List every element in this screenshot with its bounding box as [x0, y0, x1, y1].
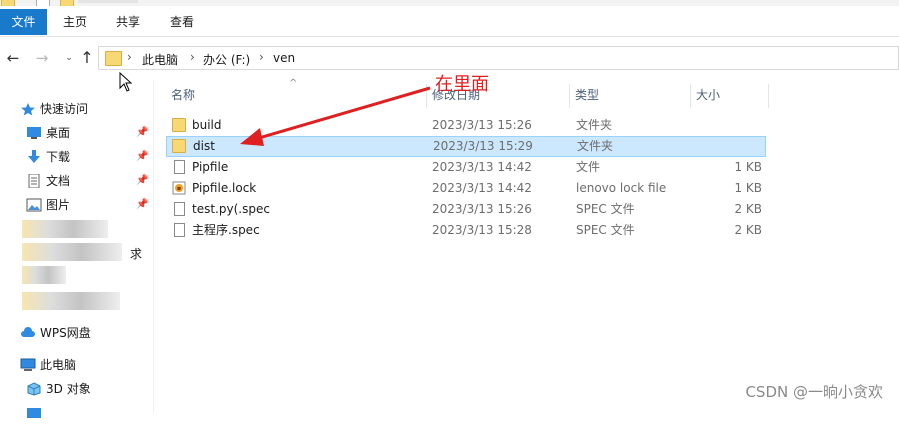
sidebar-item-partial[interactable] [0, 402, 152, 424]
computer-icon [20, 358, 36, 371]
breadcrumb-this-pc[interactable]: 此电脑 [142, 51, 178, 68]
address-bar[interactable]: › 此电脑 › 办公 (F:) › ven [98, 46, 899, 70]
column-divider[interactable] [569, 84, 570, 108]
folder-icon [27, 408, 41, 418]
sidebar-item-wps[interactable]: WPS网盘 [0, 322, 152, 344]
file-name: build [192, 118, 222, 132]
sidebar-item-downloads[interactable]: 下载 📌 [0, 146, 152, 168]
tab-view[interactable]: 查看 [160, 9, 204, 35]
back-button[interactable]: ← [2, 46, 24, 70]
annotation-arrow-icon [240, 86, 431, 146]
file-name: Pipfile.lock [192, 181, 257, 195]
annotation-label: 在里面 [435, 74, 489, 95]
redacted-folder[interactable] [22, 266, 66, 284]
file-date: 2023/3/13 15:26 [432, 118, 532, 132]
star-icon [21, 103, 35, 116]
folder-icon [105, 51, 122, 66]
breadcrumb-ven[interactable]: ven [273, 51, 295, 65]
file-type: 文件夹 [576, 118, 613, 132]
sidebar-item-desktop[interactable]: 桌面 📌 [0, 122, 152, 144]
tab-share[interactable]: 共享 [106, 9, 150, 35]
forward-button[interactable]: → [31, 46, 53, 70]
watermark: CSDN @一晌小贪欢 [745, 383, 883, 401]
window-title [78, 0, 138, 3]
redacted-folder[interactable] [22, 220, 108, 238]
navigation-pane: 快速访问 桌面 📌 下载 📌 文档 📌 图片 📌 求 WPS网盘 此电脑 3D … [0, 96, 152, 418]
file-row-test-spec[interactable]: test.py(.spec 2023/3/13 15:26 SPEC 文件 2 … [166, 199, 766, 220]
column-divider[interactable] [768, 84, 769, 108]
sidebar-item-label: WPS网盘 [40, 326, 91, 340]
redacted-folder[interactable] [22, 243, 122, 261]
tab-file[interactable]: 文件 [0, 9, 47, 35]
file-name: test.py(.spec [192, 202, 270, 216]
file-date: 2023/3/13 14:42 [432, 181, 532, 195]
folder-icon [172, 139, 186, 153]
up-button[interactable]: ↑ [76, 46, 98, 70]
picture-icon [26, 198, 42, 212]
file-type: 文件 [576, 160, 601, 174]
cube-icon [27, 382, 41, 396]
pin-icon[interactable]: 📌 [136, 194, 148, 216]
file-name: 主程序.spec [192, 223, 260, 237]
file-icon [174, 160, 185, 174]
sidebar-item-label: 文档 [46, 174, 71, 188]
breadcrumb-separator[interactable]: › [259, 50, 264, 64]
sidebar-item-documents[interactable]: 文档 📌 [0, 170, 152, 192]
mouse-cursor-icon [119, 72, 133, 92]
file-row-pipfile[interactable]: Pipfile 2023/3/13 14:42 文件 1 KB [166, 157, 766, 178]
file-type: SPEC 文件 [576, 223, 635, 237]
document-icon [28, 174, 40, 188]
sidebar-item-label: 快速访问 [40, 102, 89, 116]
column-header-name[interactable]: 名称 [171, 84, 195, 106]
sidebar-item-label: 3D 对象 [46, 382, 91, 396]
sidebar-item-label: 图片 [46, 198, 71, 212]
sidebar-item-pictures[interactable]: 图片 📌 [0, 194, 152, 216]
file-size: 1 KB [734, 181, 762, 195]
column-divider[interactable] [690, 84, 691, 108]
file-row-pipfile-lock[interactable]: Pipfile.lock 2023/3/13 14:42 lenovo lock… [166, 178, 766, 199]
breadcrumb-drive[interactable]: 办公 (F:) [203, 51, 250, 68]
pin-icon[interactable]: 📌 [136, 170, 148, 192]
ribbon: 文件 主页 共享 查看 [0, 6, 899, 37]
file-name: dist [193, 139, 215, 153]
file-type: 文件夹 [577, 139, 614, 153]
file-size: 2 KB [734, 202, 762, 216]
folder-icon [172, 118, 186, 132]
desktop-icon [27, 127, 41, 139]
pin-icon[interactable]: 📌 [136, 146, 148, 168]
file-row-main-spec[interactable]: 主程序.spec 2023/3/13 15:28 SPEC 文件 2 KB [166, 220, 766, 241]
file-name: Pipfile [192, 160, 229, 174]
redacted-folder[interactable] [22, 292, 120, 310]
pane-divider[interactable] [153, 80, 154, 412]
sidebar-item-label: 桌面 [46, 126, 71, 140]
breadcrumb-separator[interactable]: › [190, 50, 195, 64]
file-date: 2023/3/13 15:28 [432, 223, 532, 237]
pin-icon[interactable]: 📌 [136, 122, 148, 144]
sidebar-item-label: 此电脑 [40, 358, 77, 372]
file-size: 1 KB [734, 160, 762, 174]
column-header-type[interactable]: 类型 [575, 84, 599, 106]
sidebar-item-3d-objects[interactable]: 3D 对象 [0, 378, 152, 400]
sidebar-item-this-pc[interactable]: 此电脑 [0, 354, 152, 376]
redacted-fragment: 求 [130, 247, 143, 261]
column-header-size[interactable]: 大小 [696, 84, 720, 106]
sidebar-item-label: 下载 [46, 150, 71, 164]
file-date: 2023/3/13 15:26 [432, 202, 532, 216]
file-type: lenovo lock file [576, 181, 667, 195]
lock-file-icon [172, 181, 186, 195]
file-icon [174, 202, 185, 216]
breadcrumb-separator[interactable]: › [127, 50, 132, 64]
file-date: 2023/3/13 15:29 [433, 139, 533, 153]
file-type: SPEC 文件 [576, 202, 635, 216]
file-icon [174, 223, 185, 237]
file-date: 2023/3/13 14:42 [432, 160, 532, 174]
download-icon [28, 150, 40, 163]
tab-home[interactable]: 主页 [55, 9, 95, 35]
sidebar-item-quick-access[interactable]: 快速访问 [0, 98, 152, 120]
cloud-icon [21, 327, 35, 337]
file-size: 2 KB [734, 223, 762, 237]
